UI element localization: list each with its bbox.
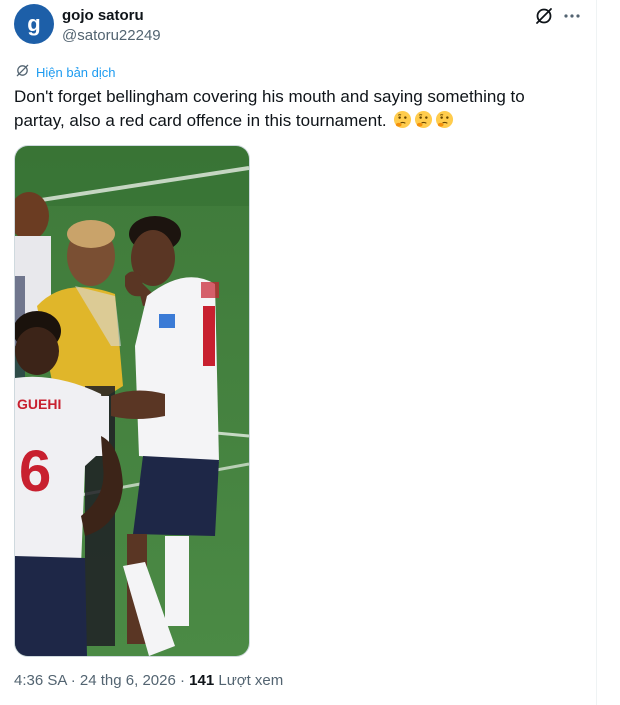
tweet-time[interactable]: 4:36 SA: [14, 672, 67, 689]
more-icon[interactable]: [562, 6, 582, 26]
tweet-text: Don't forget bellingham covering his mou…: [14, 85, 574, 133]
tweet-meta: 4:36 SA · 24 thg 6, 2026 · 141 Lượt xem: [14, 672, 283, 689]
meta-separator: ·: [179, 672, 185, 689]
views-label: Lượt xem: [218, 672, 284, 689]
thinking-face-icon: [436, 110, 454, 129]
show-translation-label: Hiện bản dịch: [36, 64, 116, 80]
thinking-face-icon: [415, 110, 433, 129]
views-count: 141: [189, 672, 215, 689]
show-translation-link[interactable]: Hiện bản dịch: [15, 63, 116, 81]
grok-icon[interactable]: [534, 6, 554, 26]
shirt-number-text: 6: [19, 439, 51, 504]
tweet-media-image[interactable]: GUEHI 6: [14, 145, 250, 657]
author-display-name[interactable]: gojo satoru: [62, 7, 144, 24]
tweet-date[interactable]: 24 thg 6, 2026: [80, 672, 176, 689]
meta-separator: ·: [70, 672, 76, 689]
shirt-name-text: GUEHI: [17, 396, 61, 412]
translate-icon: [15, 63, 30, 81]
author-handle[interactable]: @satoru22249: [62, 27, 161, 44]
column-divider: [596, 0, 597, 705]
avatar[interactable]: g: [14, 4, 54, 44]
thinking-face-icon: [394, 110, 412, 129]
